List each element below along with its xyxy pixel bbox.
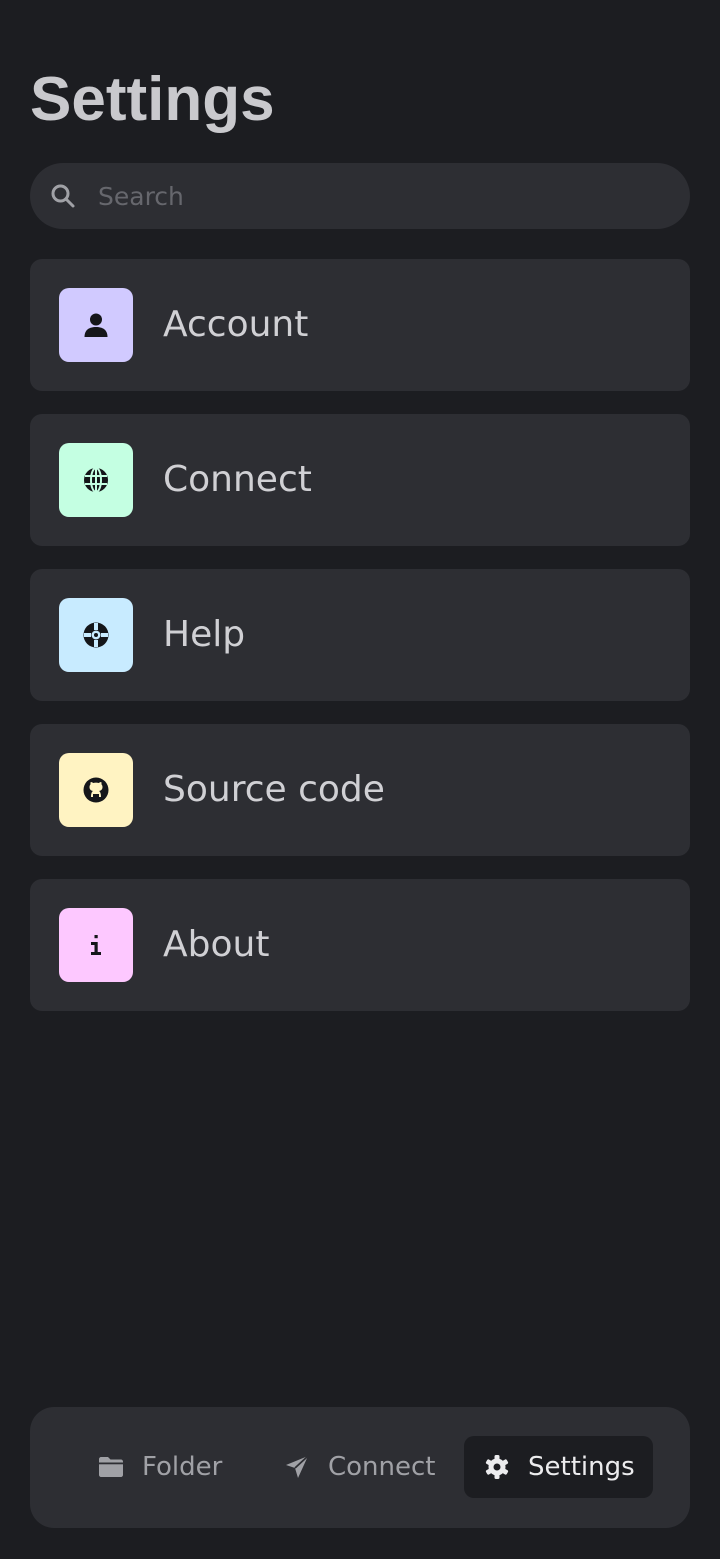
menu-item-label: Account — [163, 304, 309, 345]
menu-item-label: About — [163, 924, 270, 965]
globe-icon — [84, 467, 108, 493]
gear-icon — [485, 1455, 509, 1479]
menu-item-connect[interactable]: Connect — [30, 414, 690, 546]
about-badge — [59, 908, 133, 982]
user-icon — [84, 313, 108, 337]
lifebuoy-icon — [83, 622, 109, 648]
github-icon — [83, 777, 109, 803]
menu-item-label: Source code — [163, 769, 385, 810]
search-icon — [51, 184, 75, 208]
bottom-nav: Folder Connect Settings — [30, 1407, 690, 1528]
send-icon — [286, 1455, 309, 1478]
menu-item-label: Help — [163, 614, 246, 655]
account-badge — [59, 288, 133, 362]
tab-settings[interactable]: Settings — [464, 1436, 653, 1498]
folder-icon — [99, 1457, 123, 1477]
tab-label: Folder — [142, 1452, 223, 1482]
source-code-badge — [59, 753, 133, 827]
tab-folder[interactable]: Folder — [98, 1436, 222, 1498]
settings-menu: Account Connect Help Source code About — [30, 259, 690, 1034]
menu-item-account[interactable]: Account — [30, 259, 690, 391]
tab-label: Settings — [528, 1452, 635, 1482]
tab-label: Connect — [328, 1452, 436, 1482]
connect-badge — [59, 443, 133, 517]
page-title: Settings — [30, 65, 275, 134]
search-bar[interactable] — [30, 163, 690, 229]
menu-item-source-code[interactable]: Source code — [30, 724, 690, 856]
help-badge — [59, 598, 133, 672]
search-input[interactable] — [98, 163, 658, 229]
info-icon — [91, 935, 101, 955]
menu-item-help[interactable]: Help — [30, 569, 690, 701]
tab-connect[interactable]: Connect — [284, 1436, 436, 1498]
menu-item-label: Connect — [163, 459, 312, 500]
menu-item-about[interactable]: About — [30, 879, 690, 1011]
